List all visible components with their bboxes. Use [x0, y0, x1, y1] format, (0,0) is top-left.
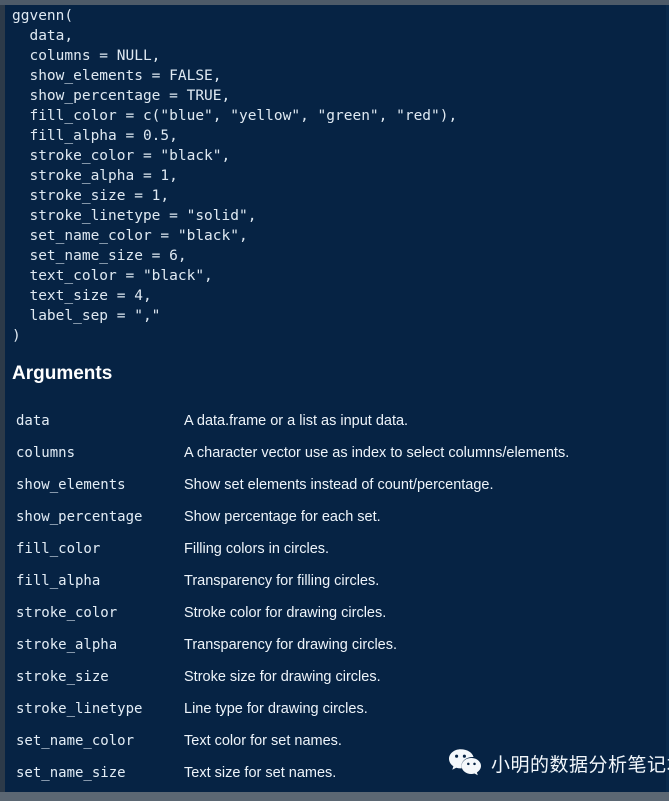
argument-name[interactable]: stroke_linetype — [16, 699, 142, 719]
code-line: set_name_size = 6, — [12, 248, 187, 264]
argument-name[interactable]: stroke_color — [16, 603, 117, 623]
arguments-heading: Arguments — [12, 363, 113, 384]
argument-name[interactable]: set_name_size — [16, 763, 126, 783]
code-line: ggvenn( — [12, 8, 74, 24]
code-line: text_color = "black", — [12, 268, 213, 284]
code-line: set_name_color = "black", — [12, 228, 248, 244]
arguments-table: data A data.frame or a list as input data… — [0, 411, 669, 795]
argument-name[interactable]: stroke_size — [16, 667, 109, 687]
argument-description: Stroke color for drawing circles. — [184, 605, 387, 621]
argument-row: fill_alpha Transparency for filling circl… — [0, 571, 669, 603]
code-line: fill_color = c("blue", "yellow", "green"… — [12, 108, 458, 124]
argument-description: Show set elements instead of count/perce… — [184, 477, 494, 493]
argument-description: A data.frame or a list as input data. — [184, 413, 409, 429]
argument-description: Show percentage for each set. — [184, 509, 381, 525]
argument-row: fill_color Filling colors in circles. — [0, 539, 669, 571]
argument-description: Filling colors in circles. — [184, 541, 330, 557]
function-signature-code-block[interactable]: ggvenn( data, columns = NULL, show_eleme… — [12, 6, 652, 346]
argument-row: stroke_alpha Transparency for drawing cir… — [0, 635, 669, 667]
code-line: data, — [12, 28, 74, 44]
argument-name[interactable]: stroke_alpha — [16, 635, 117, 655]
code-line: text_size = 4, — [12, 288, 152, 304]
code-line: ) — [12, 328, 21, 344]
code-line: stroke_size = 1, — [12, 188, 170, 204]
argument-description: Text color for set names. — [184, 733, 342, 749]
argument-row: show_elements Show set elements instead o… — [0, 475, 669, 507]
code-line: fill_alpha = 0.5, — [12, 128, 178, 144]
argument-row: columns A character vector use as index t… — [0, 443, 669, 475]
argument-name[interactable]: fill_color — [16, 539, 100, 559]
watermark: 小明的数据分析笔记本 — [448, 748, 669, 778]
argument-name[interactable]: show_elements — [16, 475, 126, 495]
argument-row: stroke_color Stroke color for drawing cir… — [0, 603, 669, 635]
code-line: label_sep = "," — [12, 308, 161, 324]
argument-name[interactable]: fill_alpha — [16, 571, 100, 591]
argument-row: data A data.frame or a list as input data… — [0, 411, 669, 443]
code-line: columns = NULL, — [12, 48, 161, 64]
code-line: stroke_color = "black", — [12, 148, 231, 164]
documentation-page: ggvenn( data, columns = NULL, show_eleme… — [0, 0, 669, 801]
window-edge-top — [0, 0, 669, 5]
argument-description: Text size for set names. — [184, 765, 337, 781]
watermark-label: 小明的数据分析笔记本 — [491, 754, 669, 776]
wechat-icon — [448, 748, 482, 778]
argument-name[interactable]: set_name_color — [16, 731, 134, 751]
argument-description: Transparency for drawing circles. — [184, 637, 398, 653]
argument-description: A character vector use as index to selec… — [184, 445, 570, 461]
argument-row: show_percentage Show percentage for each … — [0, 507, 669, 539]
argument-description: Line type for drawing circles. — [184, 701, 368, 717]
argument-row: stroke_linetype Line type for drawing cir… — [0, 699, 669, 731]
code-line: stroke_linetype = "solid", — [12, 208, 257, 224]
argument-name[interactable]: columns — [16, 443, 75, 463]
argument-row: stroke_size Stroke size for drawing circl… — [0, 667, 669, 699]
argument-description: Stroke size for drawing circles. — [184, 669, 381, 685]
argument-description: Transparency for filling circles. — [184, 573, 380, 589]
argument-name[interactable]: data — [16, 411, 50, 431]
code-line: show_elements = FALSE, — [12, 68, 222, 84]
code-line: show_percentage = TRUE, — [12, 88, 231, 104]
code-line: stroke_alpha = 1, — [12, 168, 178, 184]
argument-name[interactable]: show_percentage — [16, 507, 142, 527]
